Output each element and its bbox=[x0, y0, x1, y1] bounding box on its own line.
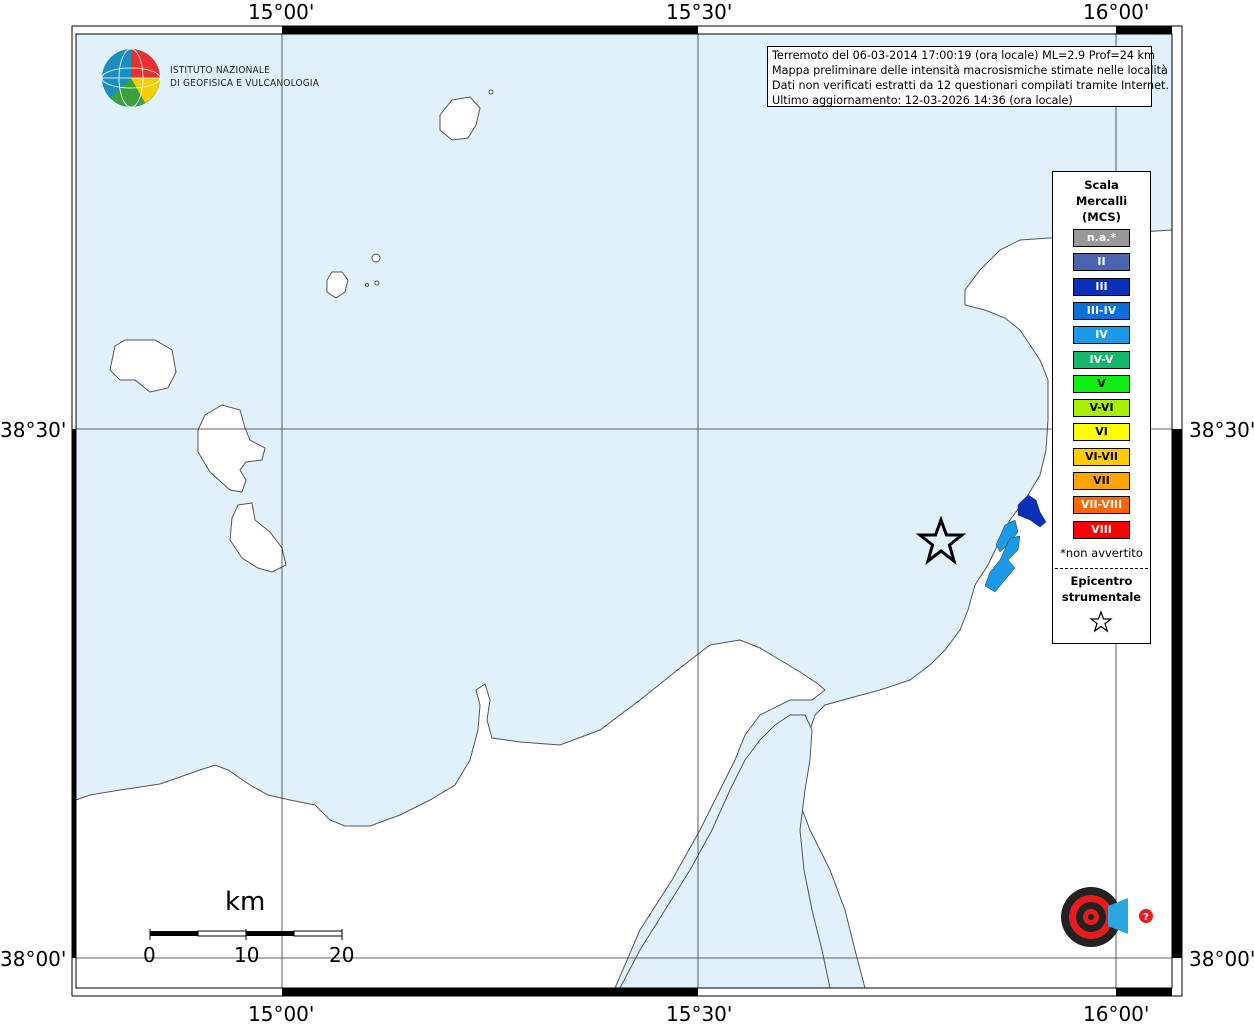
lon-label-top-15-30: 15°30' bbox=[666, 0, 733, 24]
legend-title-line1: Scala bbox=[1084, 178, 1119, 192]
svg-text:?: ? bbox=[1143, 912, 1149, 923]
lon-label-bottom-16-00: 16°00' bbox=[1083, 1002, 1150, 1026]
ingv-globe-icon bbox=[101, 48, 161, 108]
event-info-line3: Dati non verificati estratti da 12 quest… bbox=[772, 79, 1169, 92]
lon-label-top-15-00: 15°00' bbox=[248, 0, 315, 24]
legend-swatch-III: III bbox=[1073, 277, 1130, 296]
legend-epicentre-label: Epicentro strumentale bbox=[1053, 573, 1150, 605]
scale-bar-tick-20: 20 bbox=[329, 943, 355, 967]
lon-label-bottom-15-30: 15°30' bbox=[666, 1002, 733, 1026]
legend-swatch-V-VI: V-VI bbox=[1073, 399, 1130, 418]
legend-title-line2: Mercalli bbox=[1075, 194, 1128, 208]
scale-bar-unit: km bbox=[225, 887, 266, 917]
legend-swatch-VII: VII bbox=[1073, 472, 1130, 490]
event-info-line1: Terremoto del 06-03-2014 17:00:19 (ora l… bbox=[772, 49, 1155, 62]
lon-label-bottom-15-00: 15°00' bbox=[248, 1002, 315, 1026]
legend-separator bbox=[1055, 568, 1148, 569]
lat-label-left-38-00: 38°00' bbox=[0, 947, 67, 971]
ingv-logo-line1: ISTITUTO NAZIONALE bbox=[170, 65, 270, 76]
legend-epicentre-line2: strumentale bbox=[1061, 590, 1142, 604]
event-info-line2: Mappa preliminare delle intensità macros… bbox=[772, 64, 1168, 77]
ingv-logo-text: ISTITUTO NAZIONALE DI GEOFISICA E VULCAN… bbox=[170, 64, 319, 90]
legend-swatch-VIII: VIII bbox=[1073, 520, 1130, 539]
island-lisca bbox=[365, 283, 369, 287]
scale-bar-tick-0: 0 bbox=[143, 943, 156, 967]
legend-title-line3: (MCS) bbox=[1082, 210, 1121, 224]
lat-label-right-38-00: 38°00' bbox=[1189, 947, 1254, 971]
event-info-line4: Ultimo aggiornamento: 12-03-2026 14:36 (… bbox=[772, 94, 1073, 107]
lat-label-left-38-30: 38°30' bbox=[0, 418, 67, 442]
lat-label-right-38-30: 38°30' bbox=[1189, 418, 1254, 442]
island-strombolicchio bbox=[488, 89, 494, 95]
island-basiluzzo bbox=[371, 253, 381, 263]
legend-swatch-VI-VII: VI-VII bbox=[1073, 447, 1130, 466]
intensity-legend: Scala Mercalli (MCS) n.a.* II III III-IV IV I… bbox=[1052, 171, 1151, 644]
legend-swatch-V: V bbox=[1073, 374, 1130, 393]
island-dattilo bbox=[374, 280, 380, 286]
legend-title: Scala Mercalli (MCS) bbox=[1053, 177, 1150, 225]
legend-swatch-na: n.a.* bbox=[1073, 229, 1130, 247]
event-info-box: Terremoto del 06-03-2014 17:00:19 (ora l… bbox=[767, 46, 1169, 107]
ingv-logo-line2: DI GEOFISICA E VULCANOLOGIA bbox=[170, 78, 320, 89]
legend-swatch-II: II bbox=[1073, 253, 1130, 272]
legend-epicentre-line1: Epicentro bbox=[1070, 574, 1133, 588]
legend-swatch-VI: VI bbox=[1073, 423, 1130, 442]
legend-swatch-III-IV: III-IV bbox=[1073, 301, 1130, 320]
legend-star-icon bbox=[1089, 610, 1113, 633]
scale-bar-tick-10: 10 bbox=[234, 943, 260, 967]
legend-swatch-IV: IV bbox=[1073, 326, 1130, 345]
lon-label-top-16-00: 16°00' bbox=[1083, 0, 1150, 24]
legend-swatch-VII-VIII: VII-VIII bbox=[1073, 496, 1130, 515]
legend-note: *non avvertito bbox=[1060, 546, 1143, 560]
legend-swatch-IV-V: IV-V bbox=[1073, 350, 1130, 369]
